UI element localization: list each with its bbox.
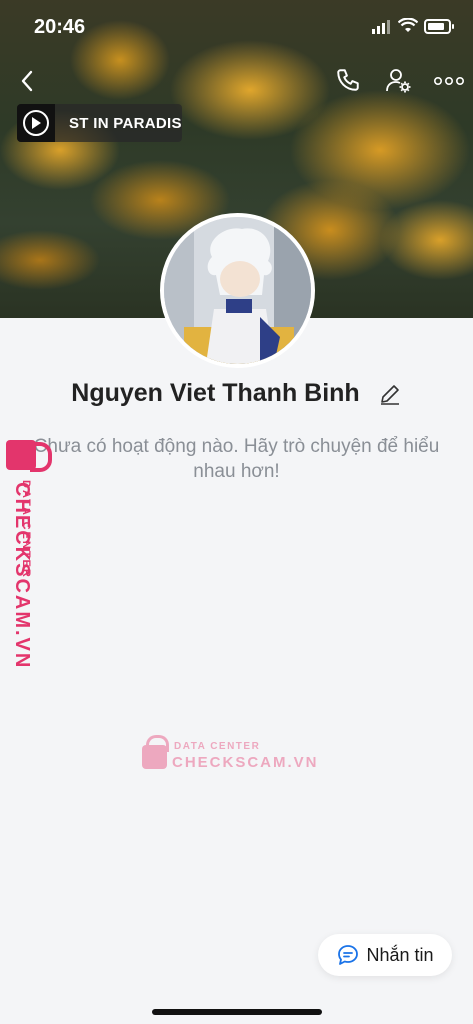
profile-name-row: Nguyen Viet Thanh Binh [0,379,473,408]
phone-icon [337,69,359,91]
wifi-icon [398,18,418,32]
lock-icon [142,735,169,769]
signal-icon [372,20,390,34]
profile-settings-button[interactable] [382,64,416,98]
edit-name-button[interactable] [378,382,402,406]
watermark-big-text: CHECKSCAM.VN [172,754,319,771]
watermark-small-text: DATA CENTER [174,741,261,752]
status-bar: 20:46 [0,0,473,56]
avatar-image [164,217,311,364]
message-button[interactable]: Nhắn tin [318,934,452,976]
play-icon[interactable] [23,110,49,136]
lock-icon [6,440,52,472]
more-dots-icon [434,76,464,86]
call-button[interactable] [332,64,364,96]
chat-bubble-icon [338,945,359,965]
music-thumbnail [17,104,55,142]
activity-empty-message: Chưa có hoạt động nào. Hãy trò chuyện để… [33,436,440,482]
home-indicator[interactable] [152,1009,322,1015]
profile-music-player[interactable]: ST IN PARADIS [17,104,182,142]
battery-icon [424,19,454,34]
status-time: 20:46 [34,16,86,38]
back-button[interactable] [12,66,42,96]
message-button-label: Nhắn tin [366,944,434,965]
music-title: ST IN PARADIS [69,114,182,132]
watermark-vertical: CHECKSCAM.VN DATA CENTER [4,440,52,669]
chevron-left-icon [21,70,33,92]
watermark-small-text: DATA CENTER [20,480,32,579]
pencil-icon [380,384,399,405]
watermark-center: DATA CENTER CHECKSCAM.VN [140,735,317,775]
more-button[interactable] [430,66,468,96]
avatar[interactable] [160,213,315,368]
user-gear-icon [386,69,411,93]
profile-name: Nguyen Viet Thanh Binh [71,379,360,407]
